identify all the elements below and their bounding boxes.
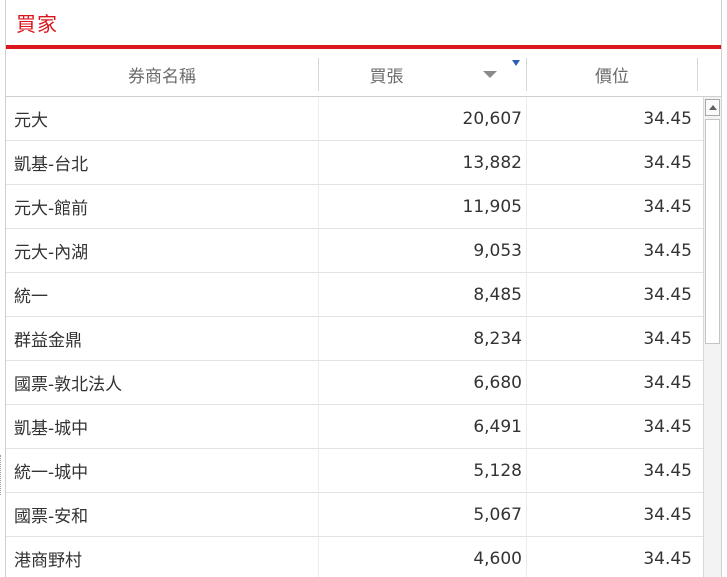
buy-volume: 20,607 — [462, 108, 522, 129]
header-price[interactable]: 價位 — [527, 53, 697, 96]
broker-name: 國票-安和 — [14, 507, 89, 527]
table-row[interactable]: 統一-城中 5,128 34.45 — [6, 449, 703, 493]
table-row[interactable]: 元大-內湖 9,053 34.45 — [6, 229, 703, 273]
panel-title-bar: 買家 — [6, 0, 721, 49]
buy-volume: 6,491 — [473, 416, 522, 437]
buy-volume: 11,905 — [462, 196, 522, 217]
price-value: 34.45 — [643, 504, 692, 525]
price-value: 34.45 — [643, 372, 692, 393]
scroll-up-arrow-icon[interactable] — [705, 99, 720, 116]
price-value: 34.45 — [643, 284, 692, 305]
price-value: 34.45 — [643, 328, 692, 349]
table-row[interactable]: 元大-館前 11,905 34.45 — [6, 185, 703, 229]
buy-volume: 8,234 — [473, 328, 522, 349]
header-broker[interactable]: 券商名稱 — [6, 53, 318, 96]
broker-table-body: 元大 20,607 34.45 凱基-台北 13,882 34.45 元大-館前 11,905… — [6, 97, 703, 577]
table-row[interactable]: 統一 8,485 34.45 — [6, 273, 703, 317]
sort-desc-arrow-icon[interactable] — [483, 71, 497, 78]
table-header: 券商名稱 買張 價位 — [6, 53, 721, 97]
price-value: 34.45 — [643, 416, 692, 437]
vertical-scrollbar[interactable] — [703, 97, 721, 577]
broker-name: 凱基-台北 — [14, 155, 89, 175]
panel-title: 買家 — [16, 12, 58, 36]
table-row[interactable]: 國票-敦北法人 6,680 34.45 — [6, 361, 703, 405]
buy-volume: 13,882 — [462, 152, 522, 173]
filter-icon[interactable] — [512, 60, 520, 66]
buy-volume: 8,485 — [473, 284, 522, 305]
header-volume-label: 買張 — [369, 67, 404, 87]
buyers-panel: 買家 券商名稱 買張 價位 元大 20,607 34.45 凱基-台北 13,882 34… — [5, 0, 722, 577]
broker-name: 凱基-城中 — [14, 419, 89, 439]
price-value: 34.45 — [643, 108, 692, 129]
price-value: 34.45 — [643, 196, 692, 217]
buy-volume: 5,128 — [473, 460, 522, 481]
broker-name: 港商野村 — [14, 551, 82, 571]
price-value: 34.45 — [643, 240, 692, 261]
broker-name: 元大-館前 — [14, 199, 89, 219]
price-value: 34.45 — [643, 460, 692, 481]
buy-volume: 4,600 — [473, 548, 522, 569]
broker-name: 元大 — [14, 111, 48, 131]
table-row[interactable]: 群益金鼎 8,234 34.45 — [6, 317, 703, 361]
table-row[interactable]: 港商野村 4,600 34.45 — [6, 537, 703, 577]
buy-volume: 5,067 — [473, 504, 522, 525]
table-row[interactable]: 國票-安和 5,067 34.45 — [6, 493, 703, 537]
price-value: 34.45 — [643, 548, 692, 569]
price-value: 34.45 — [643, 152, 692, 173]
buy-volume: 9,053 — [473, 240, 522, 261]
broker-name: 統一 — [14, 287, 48, 307]
header-divider[interactable] — [697, 58, 698, 91]
table-row[interactable]: 凱基-台北 13,882 34.45 — [6, 141, 703, 185]
table-row[interactable]: 元大 20,607 34.45 — [6, 97, 703, 141]
buy-volume: 6,680 — [473, 372, 522, 393]
broker-name: 元大-內湖 — [14, 243, 89, 263]
scrollbar-thumb[interactable] — [705, 119, 720, 344]
broker-name: 國票-敦北法人 — [14, 375, 123, 395]
broker-name: 統一-城中 — [14, 463, 89, 483]
table-row[interactable]: 凱基-城中 6,491 34.45 — [6, 405, 703, 449]
broker-name: 群益金鼎 — [14, 331, 82, 351]
